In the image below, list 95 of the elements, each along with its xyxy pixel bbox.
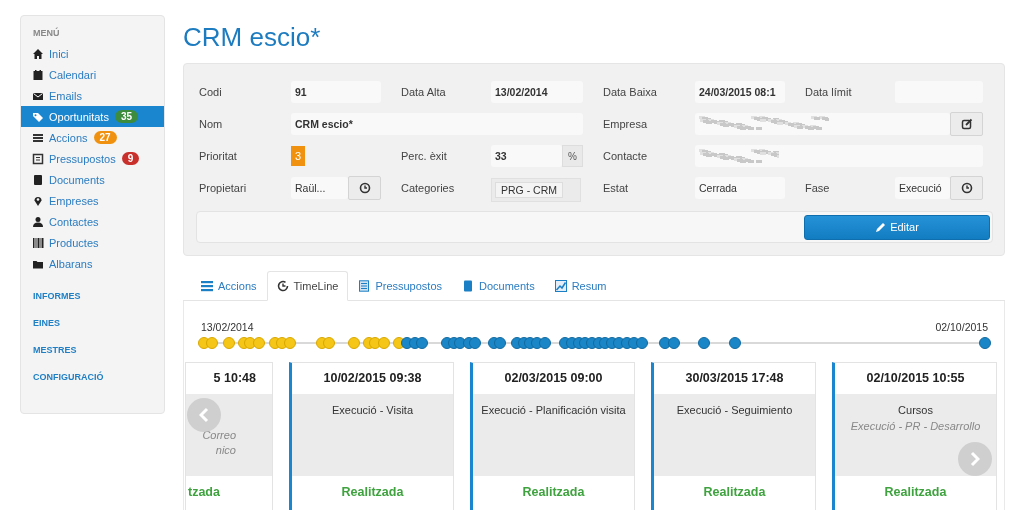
input-field[interactable] [695, 145, 983, 167]
event-detail: Correo [201, 428, 236, 443]
menu-section-link[interactable]: MESTRES [21, 345, 164, 355]
clock-icon [960, 181, 973, 194]
edit-button[interactable] [950, 111, 983, 136]
menu-item[interactable]: Pressupostos 9 [21, 148, 164, 169]
menu-section-link[interactable]: EINES [21, 318, 164, 328]
chevron-right-icon [970, 451, 980, 467]
barcode-icon [32, 236, 44, 249]
menu-item[interactable]: Accions 27 [21, 127, 164, 148]
timeline-date: 13/02/2014 [201, 321, 254, 333]
event-status: Realitzada [702, 484, 767, 499]
map-marker-icon [32, 194, 44, 207]
field-label: Data Baixa [603, 86, 658, 98]
input-field[interactable]: 24/03/2015 08:1 [695, 81, 785, 103]
input-field[interactable]: Raül... [291, 176, 348, 199]
event-status: Realitzada [340, 484, 405, 499]
priority-badge: 3 [291, 146, 306, 166]
unit-addon: % [562, 145, 583, 167]
input-field[interactable]: 13/02/2014 [491, 81, 583, 103]
clock-button[interactable] [348, 175, 381, 200]
field-label: Data límit [805, 86, 853, 98]
menu-item[interactable]: Documents [21, 169, 164, 190]
tag-field[interactable]: PRG - CRM [491, 177, 581, 202]
user-icon [32, 215, 44, 228]
menu-item[interactable]: Empreses [21, 190, 164, 211]
event-time: 5 10:48 [212, 370, 257, 387]
menu-item[interactable]: Albarans [21, 253, 164, 274]
list-icon [201, 280, 213, 292]
menu-section-link[interactable]: CONFIGURACIÓ [21, 372, 164, 382]
menu-item[interactable]: Calendari [21, 64, 164, 85]
event-status: Realitzada [521, 484, 586, 499]
menu-item[interactable]: Oportunitats 35 [21, 106, 164, 127]
input-field[interactable]: 91 [291, 81, 381, 103]
input-field[interactable]: Execució [895, 176, 950, 199]
field-label: Fase [805, 182, 831, 194]
home-icon [32, 47, 44, 60]
field-label: Perc. èxit [401, 150, 448, 162]
chart-icon [554, 280, 567, 292]
menu-section-link[interactable]: INFORMES [21, 291, 164, 301]
event-detail: nico [214, 443, 236, 458]
tags-icon [32, 110, 44, 123]
book-icon [462, 280, 475, 292]
event-title: Execució - Planificación visita [480, 403, 627, 418]
field-label: Empresa [603, 118, 649, 130]
menu-item[interactable]: Productes [21, 232, 164, 253]
edit-button[interactable]: Editar [804, 214, 990, 240]
event-time: 02/03/2015 09:00 [503, 370, 604, 387]
event-status: Realitzada [883, 484, 948, 499]
tab[interactable]: TimeLine [266, 271, 349, 301]
count-badge: 35 [114, 110, 139, 123]
event-title: Execució - Seguimiento [675, 403, 794, 418]
chevron-left-icon [199, 407, 209, 423]
clock-button[interactable] [950, 175, 983, 200]
event-detail: Execució - PR - Desarrollo [849, 419, 982, 434]
field-label: Propietari [199, 182, 248, 194]
field-label: Data Alta [401, 86, 447, 98]
event-time: 30/03/2015 17:48 [684, 370, 785, 387]
count-badge: 9 [121, 152, 140, 165]
menu-item[interactable]: Emails [21, 85, 164, 106]
menu-item[interactable]: Inici [21, 43, 164, 64]
event-time: 10/02/2015 09:38 [322, 370, 423, 387]
event-status: tzada [187, 484, 221, 499]
page-title: CRM escio* [183, 21, 322, 53]
calendar-icon [32, 68, 44, 81]
tab[interactable]: Resum [544, 271, 617, 301]
book-icon [32, 173, 44, 186]
edit-icon [960, 117, 973, 130]
tab[interactable]: Documents [452, 271, 545, 301]
menu-item[interactable]: Contactes [21, 211, 164, 232]
field-label: Estat [603, 182, 630, 194]
tab[interactable]: Pressupostos [348, 271, 453, 301]
input-field[interactable]: Cerrada [695, 177, 785, 199]
ledger-icon [32, 152, 44, 165]
pencil-icon [875, 221, 887, 233]
timeline-date: 02/10/2015 [935, 321, 988, 333]
event-title: Execució - Visita [330, 403, 415, 418]
field-label: Codi [199, 86, 223, 98]
clock-icon [276, 280, 289, 292]
event-title: Cursos [897, 403, 934, 418]
input-field[interactable] [695, 112, 950, 135]
field-label: Contacte [603, 150, 649, 162]
tab[interactable]: Accions [191, 271, 267, 301]
count-badge: 27 [93, 131, 117, 144]
clock-icon [358, 181, 371, 194]
event-time: 02/10/2015 10:55 [865, 370, 966, 387]
field-label: Categories [401, 182, 456, 194]
field-label: Nom [199, 118, 224, 130]
input-field[interactable]: CRM escio* [291, 113, 583, 135]
category-tag: PRG - CRM [495, 181, 563, 198]
list-icon [32, 131, 44, 144]
menu-heading: MENÚ [32, 28, 61, 40]
document-icon [358, 280, 371, 292]
field-label: Prioritat [199, 150, 238, 162]
input-field[interactable]: 33 [491, 145, 563, 167]
